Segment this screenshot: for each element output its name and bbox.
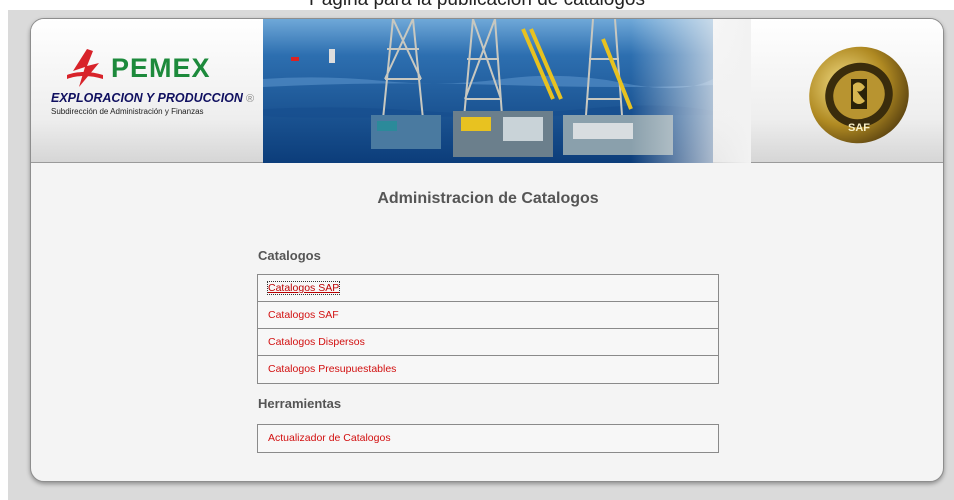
section-heading-catalogos: Catalogos bbox=[258, 248, 321, 263]
link-catalogos-presupuestables[interactable]: Catalogos Presupuestables bbox=[258, 356, 718, 383]
catalogos-link-list: Catalogos SAP Catalogos SAF Catalogos Di… bbox=[257, 274, 719, 384]
page-title: Administracion de Catalogos bbox=[377, 190, 599, 207]
pemex-logo: PEMEX EXPLORACION Y PRODUCCION ® Subdirec… bbox=[51, 49, 261, 129]
link-label[interactable]: Catalogos SAF bbox=[268, 309, 339, 321]
section-heading-herramientas: Herramientas bbox=[258, 396, 342, 411]
link-catalogos-saf[interactable]: Catalogos SAF bbox=[258, 302, 718, 329]
link-actualizador-catalogos[interactable]: Actualizador de Catalogos bbox=[258, 425, 718, 452]
banner-fade bbox=[631, 19, 751, 163]
pemex-wordmark: PEMEX bbox=[111, 53, 211, 83]
division-name: EXPLORACION Y PRODUCCION ® bbox=[51, 91, 254, 105]
herramientas-link-list: Actualizador de Catalogos bbox=[257, 424, 719, 453]
division-label: EXPLORACION Y PRODUCCION bbox=[51, 91, 243, 105]
link-catalogos-sap[interactable]: Catalogos SAP bbox=[258, 275, 718, 302]
saf-badge-label: SAF bbox=[848, 122, 870, 134]
main-content: Administracion de Catalogos Catalogos Ca… bbox=[31, 164, 943, 481]
link-label[interactable]: Actualizador de Catalogos bbox=[268, 432, 391, 444]
link-label[interactable]: Catalogos Dispersos bbox=[268, 336, 365, 348]
link-catalogos-dispersos[interactable]: Catalogos Dispersos bbox=[258, 329, 718, 356]
link-label[interactable]: Catalogos Presupuestables bbox=[268, 363, 396, 375]
link-label[interactable]: Catalogos SAP bbox=[266, 281, 341, 295]
saf-seal-icon: SAF bbox=[809, 46, 909, 144]
header-banner: PEMEX EXPLORACION Y PRODUCCION ® Subdirec… bbox=[31, 19, 943, 163]
app-frame: PEMEX EXPLORACION Y PRODUCCION ® Subdirec… bbox=[30, 18, 944, 482]
subdivision-name: Subdirección de Administración y Finanza… bbox=[51, 107, 204, 116]
registered-mark: ® bbox=[245, 93, 255, 105]
pemex-eagle-icon bbox=[67, 49, 103, 87]
